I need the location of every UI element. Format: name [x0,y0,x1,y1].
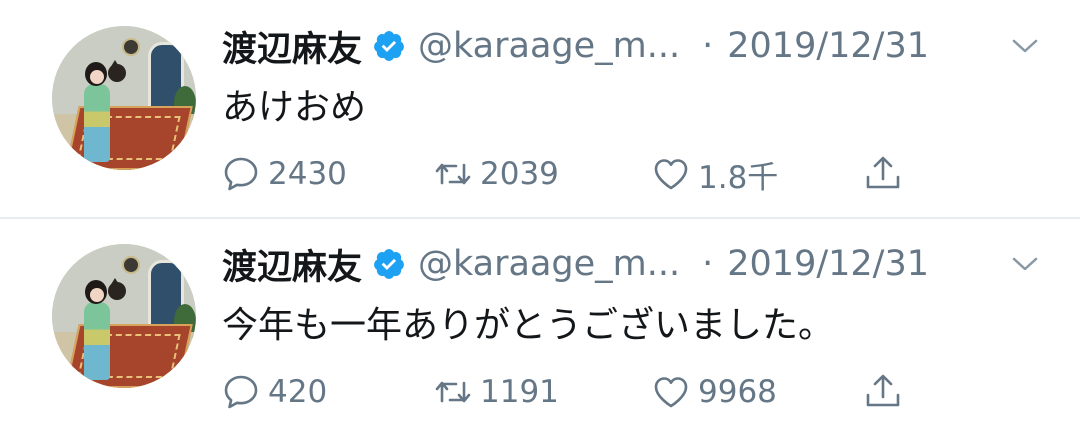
display-name[interactable]: 渡辺麻友 [222,21,362,72]
retweet-icon [435,381,471,403]
retweet-button[interactable]: 1191 [432,368,559,416]
chevron-down-icon[interactable] [1010,254,1040,274]
tweet-actions: 420 1191 9968 [0,368,1080,416]
tweet-date[interactable]: 2019/12/31 [727,244,929,284]
avatar[interactable] [52,26,196,170]
avatar-cat [108,64,126,82]
separator-dot: · [702,244,714,284]
tweet-header: 渡辺麻友 @karaage_m... · 2019/12/31 [222,240,929,288]
retweet-button[interactable]: 2039 [432,150,559,198]
verified-badge-icon [372,247,406,281]
avatar-person-face [90,70,104,84]
separator-dot: · [702,26,714,66]
tweet[interactable]: 渡辺麻友 @karaage_m... · 2019/12/31 あけおめ 243… [0,0,1080,218]
tweet-actions: 2430 2039 1.8千 [0,150,1080,198]
share-icon [866,156,900,189]
share-icon [866,374,900,407]
avatar-cat [108,282,126,300]
reply-button[interactable]: 2430 [220,150,347,198]
retweet-icon [435,163,471,185]
user-handle[interactable]: @karaage_m... [418,244,680,284]
avatar-wall-frame [122,256,140,274]
reply-count: 2430 [268,156,347,192]
tweet-text: あけおめ [222,87,367,128]
like-count: 1.8千 [698,159,779,196]
avatar-wall-frame [122,38,140,56]
reply-icon [224,157,258,191]
avatar[interactable] [52,244,196,388]
like-count: 9968 [698,374,777,410]
verified-badge-icon [372,29,406,63]
retweet-count: 2039 [480,156,559,192]
tweet[interactable]: 渡辺麻友 @karaage_m... · 2019/12/31 今年も一年ありが… [0,218,1080,436]
display-name[interactable]: 渡辺麻友 [222,239,362,290]
reply-button[interactable]: 420 [220,368,327,416]
like-button[interactable]: 1.8千 [650,150,778,198]
chevron-down-icon[interactable] [1010,36,1040,56]
share-button[interactable] [862,150,904,198]
heart-icon [654,377,688,408]
like-button[interactable]: 9968 [650,368,777,416]
tweet-date[interactable]: 2019/12/31 [727,26,929,66]
retweet-count: 1191 [480,374,559,410]
heart-icon [654,159,688,190]
user-handle[interactable]: @karaage_m... [418,26,680,66]
tweet-header: 渡辺麻友 @karaage_m... · 2019/12/31 [222,22,929,70]
reply-count: 420 [268,374,328,410]
tweet-text: 今年も一年ありがとうございました。 [222,305,835,346]
avatar-person-face [90,288,104,302]
share-button[interactable] [862,368,904,416]
reply-icon [224,375,258,409]
